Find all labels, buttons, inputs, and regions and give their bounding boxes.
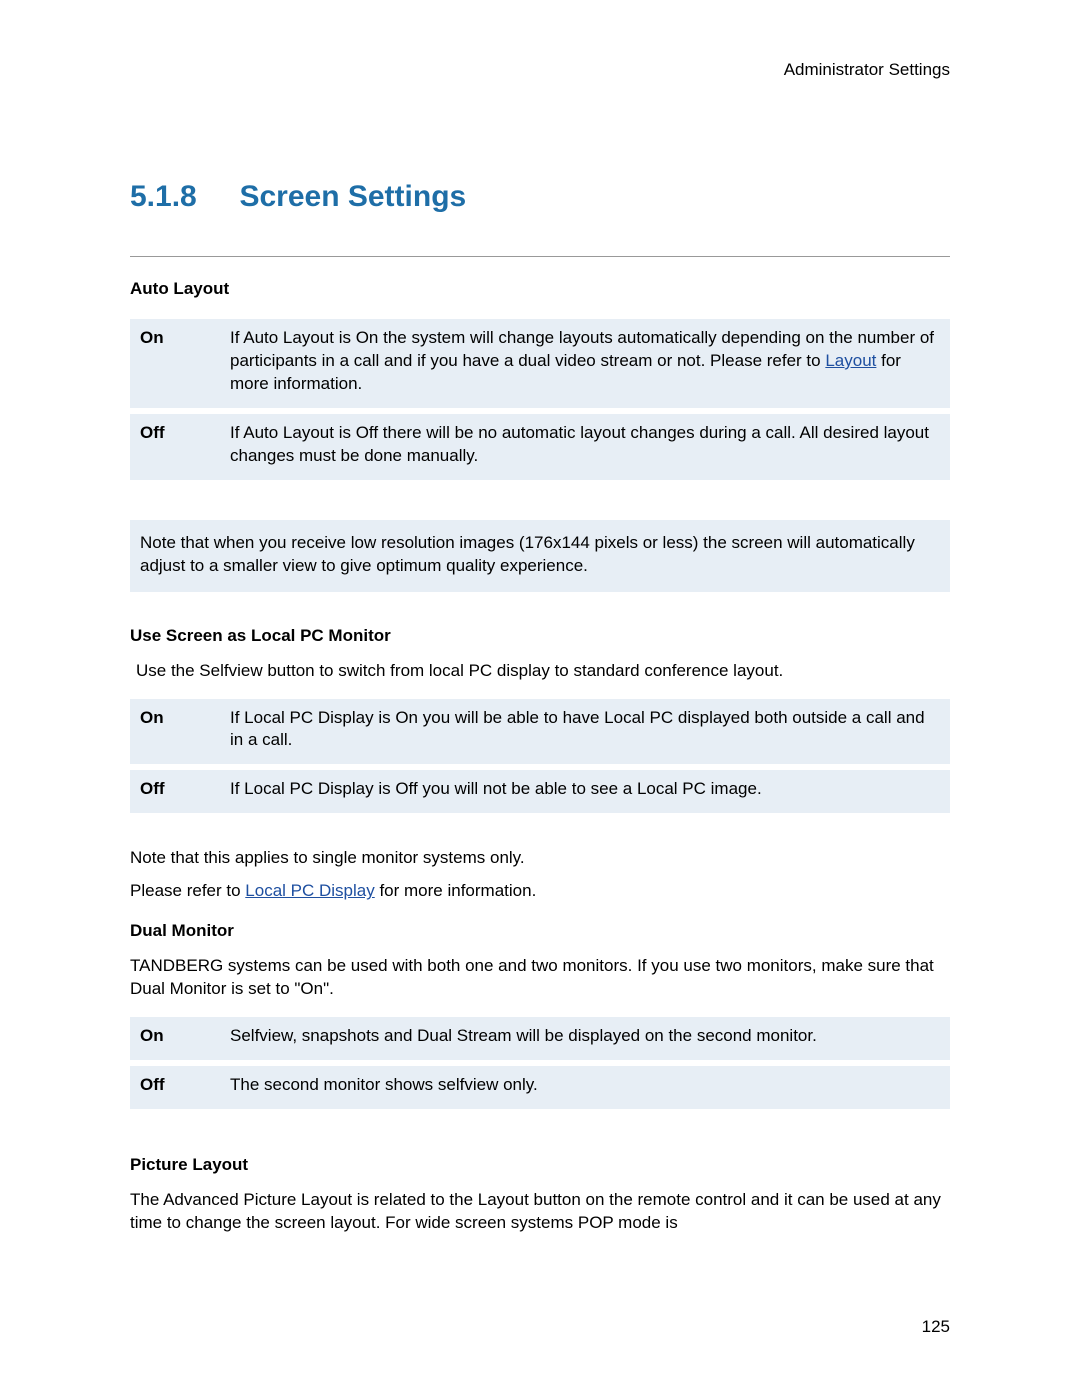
option-description: If Local PC Display is Off you will not …: [220, 770, 950, 813]
dual-monitor-intro: TANDBERG systems can be used with both o…: [130, 955, 950, 1001]
section-heading: 5.1.8 Screen Settings: [130, 180, 950, 214]
option-key: Off: [130, 770, 220, 813]
header-section-label: Administrator Settings: [130, 60, 950, 80]
table-row: Off If Local PC Display is Off you will …: [130, 770, 950, 813]
dual-monitor-table: On Selfview, snapshots and Dual Stream w…: [130, 1011, 950, 1115]
local-pc-intro: Use the Selfview button to switch from l…: [136, 660, 950, 683]
section-title-text: Screen Settings: [239, 180, 466, 214]
option-description: Selfview, snapshots and Dual Stream will…: [220, 1017, 950, 1060]
option-key: Off: [130, 1066, 220, 1109]
option-description: If Auto Layout is Off there will be no a…: [220, 414, 950, 480]
auto-layout-label: Auto Layout: [130, 279, 950, 299]
option-description: If Auto Layout is On the system will cha…: [220, 319, 950, 408]
layout-link[interactable]: Layout: [825, 351, 876, 370]
local-pc-note-2: Please refer to Local PC Display for mor…: [130, 880, 950, 903]
option-description: If Local PC Display is On you will be ab…: [220, 699, 950, 765]
table-row: Off The second monitor shows selfview on…: [130, 1066, 950, 1109]
page-number: 125: [922, 1317, 950, 1337]
option-key: On: [130, 1017, 220, 1060]
local-pc-label: Use Screen as Local PC Monitor: [130, 626, 950, 646]
dual-monitor-label: Dual Monitor: [130, 921, 950, 941]
picture-layout-label: Picture Layout: [130, 1155, 950, 1175]
table-row: Off If Auto Layout is Off there will be …: [130, 414, 950, 480]
option-description: The second monitor shows selfview only.: [220, 1066, 950, 1109]
auto-layout-table: On If Auto Layout is On the system will …: [130, 313, 950, 486]
picture-layout-text: The Advanced Picture Layout is related t…: [130, 1189, 950, 1235]
auto-layout-note: Note that when you receive low resolutio…: [130, 520, 950, 592]
local-pc-display-link[interactable]: Local PC Display: [245, 881, 374, 900]
option-key: On: [130, 319, 220, 408]
text-segment: for more information.: [375, 881, 537, 900]
section-number: 5.1.8: [130, 180, 197, 214]
option-key: Off: [130, 414, 220, 480]
local-pc-note-1: Note that this applies to single monitor…: [130, 847, 950, 870]
local-pc-table: On If Local PC Display is On you will be…: [130, 693, 950, 820]
text-segment: Please refer to: [130, 881, 245, 900]
section-divider: [130, 256, 950, 257]
table-row: On Selfview, snapshots and Dual Stream w…: [130, 1017, 950, 1060]
table-row: On If Auto Layout is On the system will …: [130, 319, 950, 408]
table-row: On If Local PC Display is On you will be…: [130, 699, 950, 765]
option-key: On: [130, 699, 220, 765]
